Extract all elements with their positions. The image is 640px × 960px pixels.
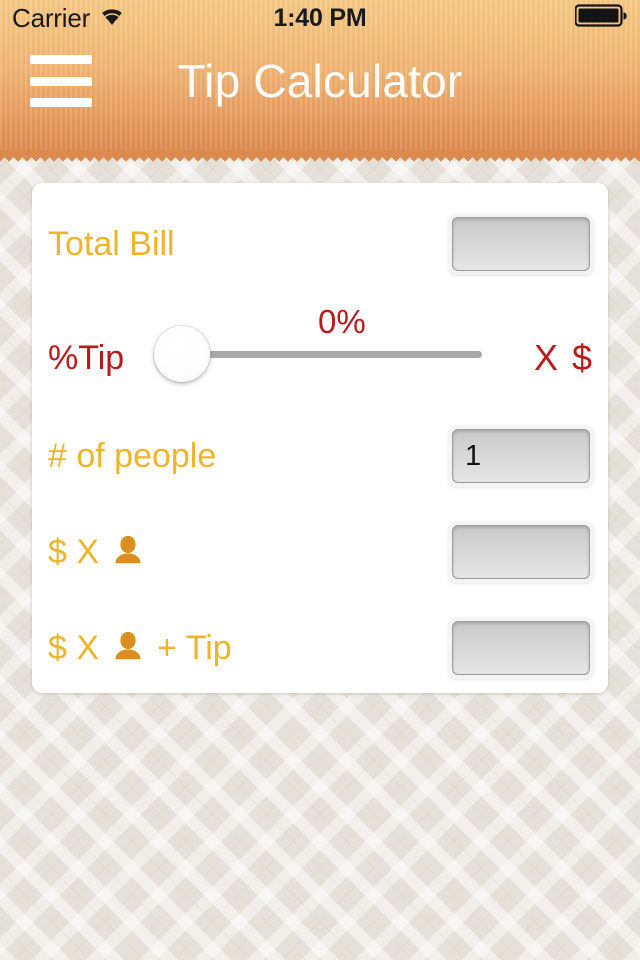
per-person-tip-label-group: $ X + Tip bbox=[48, 629, 232, 668]
total-bill-input[interactable] bbox=[452, 217, 590, 271]
person-icon bbox=[111, 629, 145, 668]
row-per-person-with-tip: $ X + Tip bbox=[32, 612, 608, 684]
total-bill-field[interactable] bbox=[448, 213, 594, 275]
header-zigzag-edge bbox=[0, 150, 640, 164]
page-title: Tip Calculator bbox=[177, 55, 463, 107]
tip-percent-value: 0% bbox=[318, 303, 366, 340]
tip-slider-thumb[interactable] bbox=[154, 326, 210, 382]
per-person-field[interactable] bbox=[448, 521, 594, 583]
battery-full-icon bbox=[574, 3, 627, 33]
status-bar-right bbox=[574, 3, 627, 33]
per-person-tip-field[interactable] bbox=[448, 617, 594, 679]
tip-label: %Tip bbox=[48, 339, 125, 377]
status-time: 1:40 PM bbox=[273, 3, 367, 32]
person-icon bbox=[111, 533, 145, 572]
total-bill-label: Total Bill bbox=[48, 224, 175, 263]
tip-label-group: %Tip bbox=[48, 339, 124, 378]
people-label: # of people bbox=[48, 436, 217, 475]
tip-amount-label: X $ bbox=[533, 337, 594, 378]
per-person-tip-input[interactable] bbox=[452, 621, 590, 675]
app-header: Carrier 1:40 PM Tip Calculator bbox=[0, 0, 640, 164]
row-number-of-people: # of people 1 bbox=[32, 420, 608, 492]
tip-slider-track[interactable] bbox=[182, 351, 482, 358]
people-label-group: # of people bbox=[48, 437, 216, 476]
status-bar: Carrier 1:40 PM bbox=[0, 0, 640, 36]
app-root: Carrier 1:40 PM Tip Calculator Total Bil… bbox=[0, 0, 640, 960]
calculator-card: Total Bill %Tip 0% X $ # of people 1 $ X… bbox=[32, 183, 608, 693]
row-total-bill: Total Bill bbox=[32, 208, 608, 280]
per-person-tip-suffix: + Tip bbox=[157, 628, 232, 667]
people-field[interactable]: 1 bbox=[448, 425, 594, 487]
per-person-tip-prefix: $ X bbox=[48, 628, 100, 667]
row-per-person: $ X bbox=[32, 516, 608, 588]
people-input[interactable]: 1 bbox=[452, 429, 590, 483]
total-bill-label-group: Total Bill bbox=[48, 225, 175, 264]
per-person-label-group: $ X bbox=[48, 533, 145, 572]
row-tip-slider: %Tip 0% X $ bbox=[32, 303, 608, 383]
per-person-prefix: $ X bbox=[48, 532, 100, 571]
tip-slider[interactable] bbox=[154, 326, 482, 382]
per-person-input[interactable] bbox=[452, 525, 590, 579]
